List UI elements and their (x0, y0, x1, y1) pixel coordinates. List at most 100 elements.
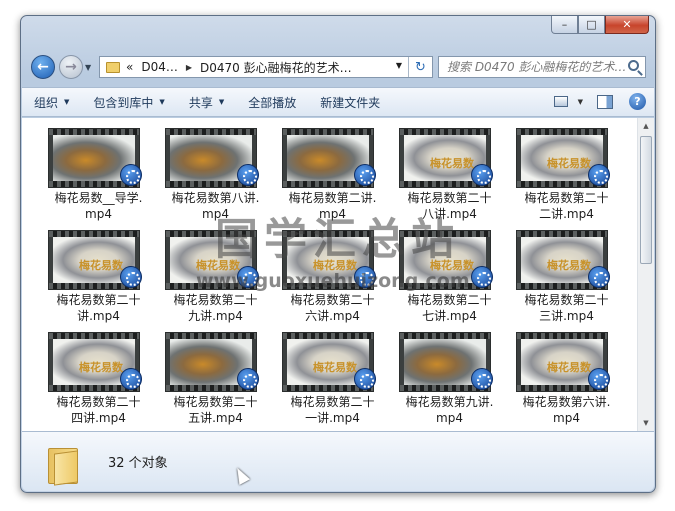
file-name-line: 梅花易数第二十 (290, 395, 375, 409)
media-player-icon (120, 266, 142, 288)
file-name-line: 三讲.mp4 (539, 309, 594, 323)
file-name: 梅花易数第二十 四讲.mp4 (40, 394, 157, 426)
scroll-down-icon[interactable]: ▼ (638, 415, 654, 431)
file-name: 梅花易数第九讲. mp4 (391, 394, 508, 426)
breadcrumb-overflow[interactable]: « (126, 60, 133, 74)
chevron-down-icon: ▼ (159, 98, 165, 106)
file-name: 梅花易数第二十 讲.mp4 (40, 292, 157, 324)
file-name-line: 梅花易数__导学. (54, 191, 143, 205)
file-name-line: 梅花易数第二十 (407, 293, 492, 307)
file-name-line: 梅花易数第八讲. (171, 191, 260, 205)
file-item[interactable]: 梅花易数 梅花易数第二十 二讲.mp4 (508, 126, 625, 228)
file-name-line: 七讲.mp4 (422, 309, 477, 323)
share-menu[interactable]: 共享 ▼ (177, 94, 236, 111)
media-player-icon (588, 164, 610, 186)
file-name-line: 九讲.mp4 (188, 309, 243, 323)
breadcrumb-separator-icon[interactable]: ▶ (186, 63, 192, 72)
file-name-line: 四讲.mp4 (71, 411, 126, 425)
media-player-icon (120, 368, 142, 390)
view-dropdown-icon[interactable]: ▼ (578, 98, 583, 106)
details-pane: 32 个对象 (22, 431, 654, 491)
file-item[interactable]: 梅花易数 梅花易数第二十 一讲.mp4 (274, 330, 391, 431)
include-in-library-label: 包含到库中 (93, 95, 154, 110)
file-item[interactable]: 梅花易数 梅花易数第二十 四讲.mp4 (40, 330, 157, 431)
file-name-line: mp4 (202, 207, 229, 221)
file-name-line: 梅花易数第二讲. (288, 191, 377, 205)
media-player-icon (588, 266, 610, 288)
minimize-button[interactable]: – (551, 16, 578, 34)
file-item[interactable]: 梅花易数梅花易数第二十 三讲.mp4 (508, 228, 625, 330)
address-bar[interactable]: « D04… ▶ D0470 彭心融梅花的艺术… ▼ ↻ (99, 56, 433, 78)
organize-menu[interactable]: 组织 ▼ (22, 94, 81, 111)
file-name: 梅花易数__导学. mp4 (40, 190, 157, 222)
thumbnail-caption: 梅花易数 (547, 259, 591, 272)
file-name-line: mp4 (553, 411, 580, 425)
file-item[interactable]: 梅花易数梅花易数第二十 六讲.mp4 (274, 228, 391, 330)
file-item[interactable]: 梅花易数梅花易数第二十 讲.mp4 (40, 228, 157, 330)
change-view-icon[interactable] (553, 96, 568, 107)
vertical-scrollbar[interactable]: ▲ ▼ (637, 118, 654, 431)
back-button[interactable]: ← (31, 55, 55, 79)
file-item[interactable]: 梅花易数 梅花易数第二十 九讲.mp4 (157, 228, 274, 330)
file-name-line: mp4 (319, 207, 346, 221)
file-name: 梅花易数第二十 八讲.mp4 (391, 190, 508, 222)
thumbnail-caption: 梅花易数 (430, 157, 474, 170)
scroll-up-icon[interactable]: ▲ (638, 118, 654, 134)
file-name: 梅花易数第二十 九讲.mp4 (157, 292, 274, 324)
forward-button[interactable]: → (59, 55, 83, 79)
file-name: 梅花易数第二十 七讲.mp4 (391, 292, 508, 324)
breadcrumb-parent[interactable]: D04… (141, 60, 178, 74)
breadcrumb-current[interactable]: D0470 彭心融梅花的艺术… (200, 59, 352, 76)
media-player-icon (237, 368, 259, 390)
close-button[interactable]: ✕ (605, 16, 649, 34)
thumbnail-caption: 梅花易数 (547, 361, 591, 374)
file-name-line: 梅花易数第二十 (407, 191, 492, 205)
maximize-button[interactable]: □ (578, 16, 605, 34)
item-count: 32 个对象 (108, 456, 168, 471)
address-dropdown-icon[interactable]: ▼ (396, 61, 402, 70)
file-name: 梅花易数第八讲. mp4 (157, 190, 274, 222)
media-player-icon (237, 164, 259, 186)
file-name: 梅花易数第二十 五讲.mp4 (157, 394, 274, 426)
file-name: 梅花易数第二十 六讲.mp4 (274, 292, 391, 324)
thumbnail-caption: 梅花易数 (313, 259, 357, 272)
file-item[interactable]: 梅花易数第二讲. mp4 (274, 126, 391, 228)
search-icon[interactable] (628, 60, 639, 71)
caption-buttons: – □ ✕ (551, 16, 649, 34)
explorer-window: – □ ✕ ← → ▼ « D04… ▶ D0470 彭心融梅花的艺术… ▼ ↻… (20, 15, 656, 493)
file-name-line: 梅花易数第九讲. (405, 395, 494, 409)
chevron-down-icon: ▼ (218, 98, 225, 106)
file-name: 梅花易数第二十 三讲.mp4 (508, 292, 625, 324)
navigation-bar: ← → ▼ « D04… ▶ D0470 彭心融梅花的艺术… ▼ ↻ (21, 52, 655, 82)
thumbnail-caption: 梅花易数 (547, 157, 591, 170)
include-in-library-menu[interactable]: 包含到库中 ▼ (81, 94, 176, 111)
toolbar-right-group: ▼ ? (553, 93, 646, 110)
media-player-icon (471, 368, 493, 390)
file-name-line: 五讲.mp4 (188, 411, 243, 425)
search-input[interactable] (447, 58, 627, 76)
help-icon[interactable]: ? (629, 93, 646, 110)
file-name-line: 梅花易数第二十 (173, 395, 258, 409)
file-name-line: 梅花易数第二十 (56, 293, 141, 307)
search-box (438, 56, 646, 78)
file-name-line: 一讲.mp4 (305, 411, 360, 425)
media-player-icon (354, 164, 376, 186)
file-name: 梅花易数第二十 一讲.mp4 (274, 394, 391, 426)
scrollbar-thumb[interactable] (640, 136, 652, 264)
media-player-icon (471, 164, 493, 186)
new-folder-button[interactable]: 新建文件夹 (308, 94, 392, 111)
folder-icon (106, 61, 120, 73)
file-item[interactable]: 梅花易数第八讲. mp4 (157, 126, 274, 228)
refresh-icon[interactable]: ↻ (408, 57, 432, 77)
preview-pane-icon[interactable] (597, 94, 613, 109)
thumbnail-caption: 梅花易数 (79, 259, 123, 272)
file-item[interactable]: 梅花易数__导学. mp4 (40, 126, 157, 228)
file-item[interactable]: 梅花易数梅花易数第二十 八讲.mp4 (391, 126, 508, 228)
folder-icon (48, 448, 78, 486)
play-all-button[interactable]: 全部播放 (236, 94, 308, 111)
file-item[interactable]: 梅花易数第九讲. mp4 (391, 330, 508, 431)
file-item[interactable]: 梅花易数 梅花易数第二十 七讲.mp4 (391, 228, 508, 330)
file-item[interactable]: 梅花易数 梅花易数第六讲. mp4 (508, 330, 625, 431)
recent-pages-dropdown-icon[interactable]: ▼ (85, 63, 91, 72)
file-item[interactable]: 梅花易数第二十 五讲.mp4 (157, 330, 274, 431)
